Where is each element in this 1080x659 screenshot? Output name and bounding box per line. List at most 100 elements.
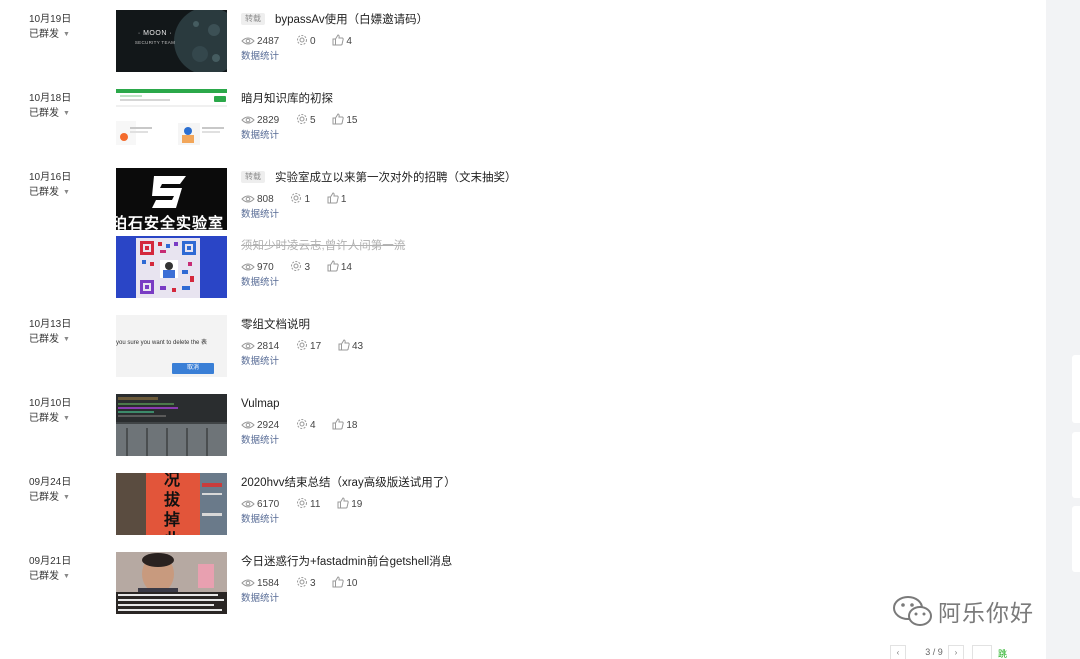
shares-stat: 3 xyxy=(290,260,310,276)
wechat-icon xyxy=(893,596,932,626)
article-info: Vulmap 2924 4 18 数据统计 xyxy=(241,394,941,448)
article-info: 须知少时凌云志,曾许人间第一流 970 3 14 数据统计 xyxy=(241,236,941,290)
article-item: 10月19日 已群发 ▼ · MOON · SECURITY TEAM 转载 b… xyxy=(0,10,1046,80)
status-label: 已群发 xyxy=(29,413,59,425)
status-dropdown[interactable]: 已群发 ▼ xyxy=(29,106,70,121)
eye-icon xyxy=(241,500,255,508)
likes-count: 4 xyxy=(346,36,352,47)
article-title[interactable]: 今日迷惑行为+fastadmin前台getshell消息 xyxy=(241,556,452,568)
article-thumbnail[interactable]: 况拔掉此 xyxy=(116,473,227,535)
article-title[interactable]: 2020hvv结束总结（xray高级版送试用了） xyxy=(241,477,456,489)
knowledge-base-screenshot-image xyxy=(116,89,227,151)
likes-stat: 10 xyxy=(332,576,358,592)
status-dropdown[interactable]: 已群发 ▼ xyxy=(29,490,70,505)
gear-icon xyxy=(291,193,302,203)
caret-down-icon: ▼ xyxy=(63,31,70,38)
eye-icon xyxy=(241,263,255,271)
article-thumbnail[interactable] xyxy=(116,394,227,456)
article-thumbnail[interactable] xyxy=(116,236,227,298)
status-dropdown[interactable]: 已群发 ▼ xyxy=(29,185,70,200)
views-stat: 2487 xyxy=(241,34,279,50)
gear-icon xyxy=(291,261,302,271)
views-count: 2814 xyxy=(257,341,280,352)
data-stats-link[interactable]: 数据统计 xyxy=(241,513,941,527)
gear-icon xyxy=(297,340,308,350)
thumbs-up-icon xyxy=(337,497,349,509)
data-stats-link[interactable]: 数据统计 xyxy=(241,208,941,222)
article-title-deleted[interactable]: 须知少时凌云志,曾许人间第一流 xyxy=(241,240,405,252)
eye-icon xyxy=(241,195,255,203)
shares-count: 0 xyxy=(310,36,316,47)
article-thumbnail[interactable] xyxy=(116,552,227,614)
article-title[interactable]: 暗月知识库的初探 xyxy=(241,93,333,105)
prev-page-button[interactable]: ‹ xyxy=(890,645,906,659)
article-info: 转载 bypassAv使用（白嫖邀请码） 2487 0 4 数据统计 xyxy=(241,10,941,64)
article-stats: 2487 0 4 xyxy=(241,34,941,50)
thumbs-up-icon xyxy=(327,192,339,204)
eye-icon xyxy=(241,37,255,45)
status-dropdown[interactable]: 已群发 ▼ xyxy=(29,27,70,42)
next-page-button[interactable]: › xyxy=(948,645,964,659)
gear-icon xyxy=(297,35,308,45)
terminal-screenshot-image xyxy=(116,394,227,456)
article-thumbnail[interactable]: 珀石安全实验室 xyxy=(116,168,227,230)
caret-down-icon: ▼ xyxy=(63,189,70,196)
gear-icon xyxy=(297,577,308,587)
article-thumbnail[interactable] xyxy=(116,89,227,151)
reprint-badge: 转载 xyxy=(241,13,265,25)
shares-stat: 3 xyxy=(296,576,316,592)
status-label: 已群发 xyxy=(29,29,59,41)
status-dropdown[interactable]: 已群发 ▼ xyxy=(29,332,70,347)
watermark-text: 阿乐你好 xyxy=(938,600,1034,626)
article-stats: 970 3 14 xyxy=(241,260,941,276)
thumb-caption: 况拔掉此 xyxy=(164,473,181,535)
views-count: 2829 xyxy=(257,115,280,126)
likes-count: 10 xyxy=(346,578,358,589)
views-stat: 2814 xyxy=(241,339,279,355)
views-count: 1584 xyxy=(257,578,280,589)
article-stats: 2924 4 18 xyxy=(241,418,941,434)
status-dropdown[interactable]: 已群发 ▼ xyxy=(29,569,70,584)
status-dropdown[interactable]: 已群发 ▼ xyxy=(29,411,70,426)
views-count: 970 xyxy=(257,262,274,273)
data-stats-link[interactable]: 数据统计 xyxy=(241,434,941,448)
article-item: 须知少时凌云志,曾许人间第一流 970 3 14 数据统计 xyxy=(0,236,1046,306)
side-tab[interactable] xyxy=(1072,506,1080,572)
publish-date: 10月16日 xyxy=(29,172,72,183)
article-title[interactable]: 实验室成立以来第一次对外的招聘（文末抽奖） xyxy=(275,172,517,184)
likes-stat: 43 xyxy=(338,339,363,355)
article-stats: 808 1 1 xyxy=(241,192,941,208)
data-stats-link[interactable]: 数据统计 xyxy=(241,276,941,290)
article-title[interactable]: 零组文档说明 xyxy=(241,319,310,331)
caret-down-icon: ▼ xyxy=(63,110,70,117)
article-title[interactable]: bypassAv使用（白嫖邀请码） xyxy=(275,14,428,26)
side-tab[interactable] xyxy=(1072,355,1080,423)
data-stats-link[interactable]: 数据统计 xyxy=(241,355,941,369)
status-label: 已群发 xyxy=(29,108,59,120)
status-label: 已群发 xyxy=(29,492,59,504)
data-stats-link[interactable]: 数据统计 xyxy=(241,50,941,64)
jump-button[interactable]: 跳转 xyxy=(998,647,1007,659)
likes-count: 1 xyxy=(340,194,347,205)
likes-count: 19 xyxy=(351,499,363,510)
views-stat: 1584 xyxy=(241,576,279,592)
data-stats-link[interactable]: 数据统计 xyxy=(241,129,941,143)
side-tab[interactable] xyxy=(1072,432,1080,498)
shares-stat: 4 xyxy=(296,418,316,434)
data-stats-link[interactable]: 数据统计 xyxy=(241,592,941,606)
qr-code-image xyxy=(116,236,227,298)
article-title[interactable]: Vulmap xyxy=(241,398,280,410)
shares-stat: 11 xyxy=(296,497,320,513)
article-thumbnail[interactable]: · MOON · SECURITY TEAM xyxy=(116,10,227,72)
views-stat: 808 xyxy=(241,192,274,208)
date-column: 10月18日 已群发 ▼ xyxy=(29,91,109,121)
likes-stat: 14 xyxy=(327,260,352,276)
page-jump-input[interactable] xyxy=(972,645,992,659)
caret-down-icon: ▼ xyxy=(63,336,70,343)
article-thumbnail[interactable]: you sure you want to delete the 表 取消 xyxy=(116,315,227,377)
page: 10月19日 已群发 ▼ · MOON · SECURITY TEAM 转载 b… xyxy=(0,0,1080,659)
thumb-subcaption: SECURITY TEAM xyxy=(134,40,176,45)
thumb-caption: you sure you want to delete the 表 xyxy=(116,340,208,346)
date-column: 10月13日 已群发 ▼ xyxy=(29,317,109,347)
likes-stat: 19 xyxy=(337,497,362,513)
